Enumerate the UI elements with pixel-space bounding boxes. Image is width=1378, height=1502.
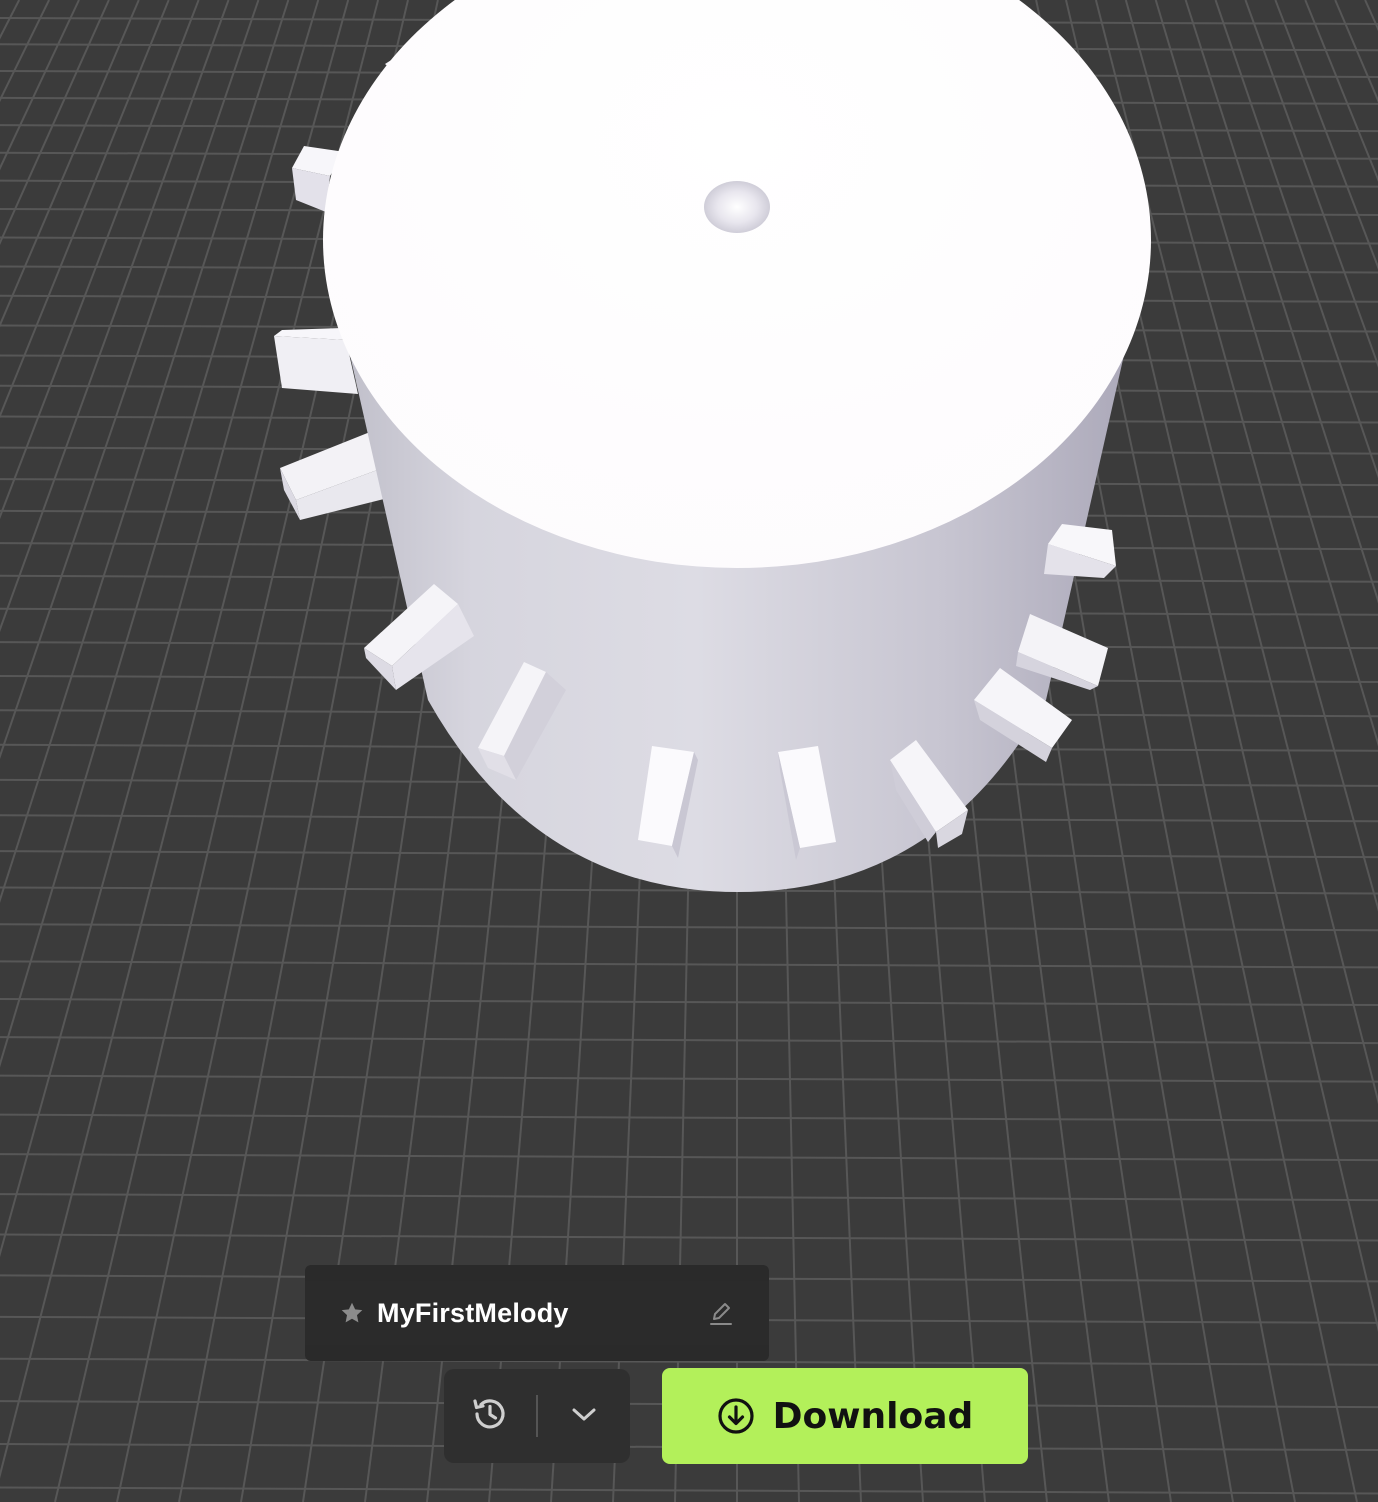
pencil-edit-icon[interactable]	[707, 1299, 735, 1327]
download-button[interactable]: Download	[662, 1368, 1028, 1464]
grid-line	[0, 1113, 1378, 1122]
project-name-panel: MyFirstMelody	[305, 1265, 769, 1361]
axle-hole	[704, 181, 770, 233]
history-controls	[444, 1369, 630, 1463]
project-name[interactable]: MyFirstMelody	[377, 1298, 707, 1329]
grid-line	[0, 1486, 1378, 1495]
grid-line	[0, 0, 21, 40]
grid-line	[0, 998, 1378, 1007]
download-circle-icon	[717, 1397, 755, 1435]
grid-line	[0, 1233, 1378, 1242]
grid-line	[0, 923, 1378, 932]
project-name-row: MyFirstMelody	[305, 1281, 769, 1345]
history-clock-icon	[470, 1394, 510, 1439]
chevron-down-icon	[568, 1398, 600, 1435]
grid-line	[0, 1193, 1378, 1202]
music-cylinder-model[interactable]	[274, 0, 1151, 892]
star-icon[interactable]	[339, 1300, 365, 1326]
grid-line	[0, 1153, 1378, 1162]
grid-line	[0, 960, 1378, 969]
history-dropdown-button[interactable]	[538, 1369, 630, 1463]
download-label: Download	[772, 1395, 974, 1437]
grid-line	[0, 1036, 1378, 1045]
history-button[interactable]	[444, 1369, 536, 1463]
